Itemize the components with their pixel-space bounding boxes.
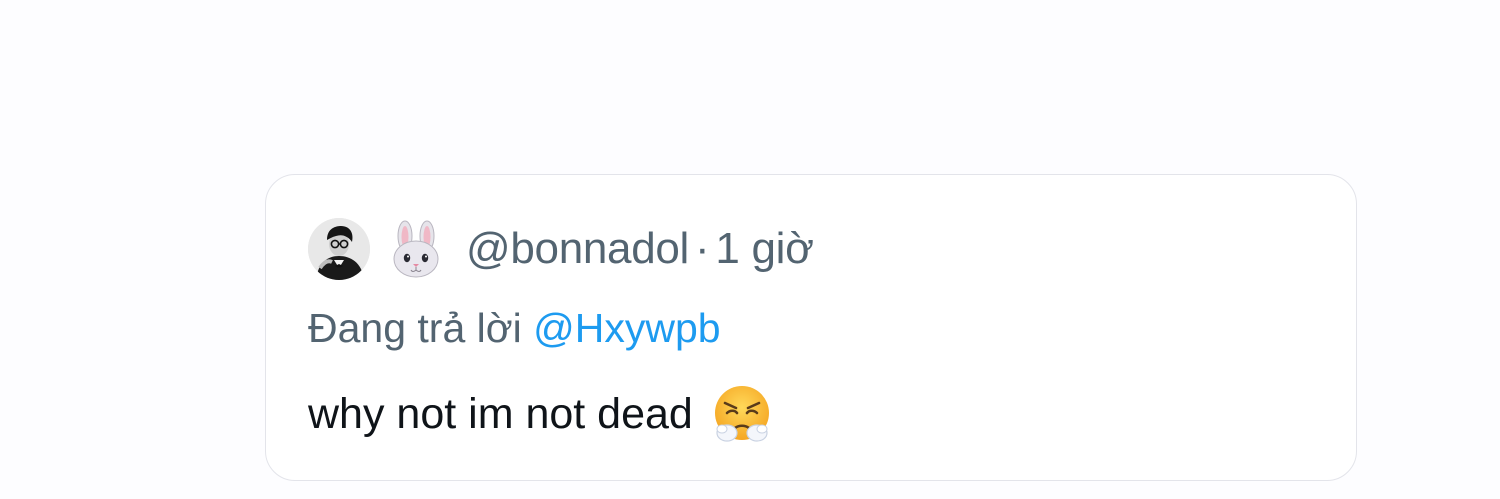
dot-separator: · — [695, 224, 710, 273]
author-meta: @bonnadol · 1 giờ — [466, 224, 814, 274]
quoted-tweet-card[interactable]: @bonnadol · 1 giờ Đang trả lời @Hxywpb w… — [265, 174, 1357, 481]
replying-to-mention[interactable]: @Hxywpb — [533, 305, 720, 351]
face-with-steam-from-nose-icon — [711, 383, 773, 445]
replying-prefix: Đang trả lời — [308, 305, 522, 351]
tweet-header: @bonnadol · 1 giờ — [308, 217, 814, 281]
author-handle[interactable]: @bonnadol — [466, 224, 689, 274]
page: @bonnadol · 1 giờ Đang trả lời @Hxywpb w… — [0, 0, 1500, 499]
replying-to-line: Đang trả lời @Hxywpb — [308, 305, 721, 352]
tweet-text: why not im not dead — [308, 389, 693, 438]
avatar[interactable] — [308, 218, 370, 280]
rabbit-face-icon — [388, 220, 444, 278]
tweet-body: why not im not dead — [308, 383, 773, 445]
timestamp[interactable]: 1 giờ — [715, 224, 814, 274]
